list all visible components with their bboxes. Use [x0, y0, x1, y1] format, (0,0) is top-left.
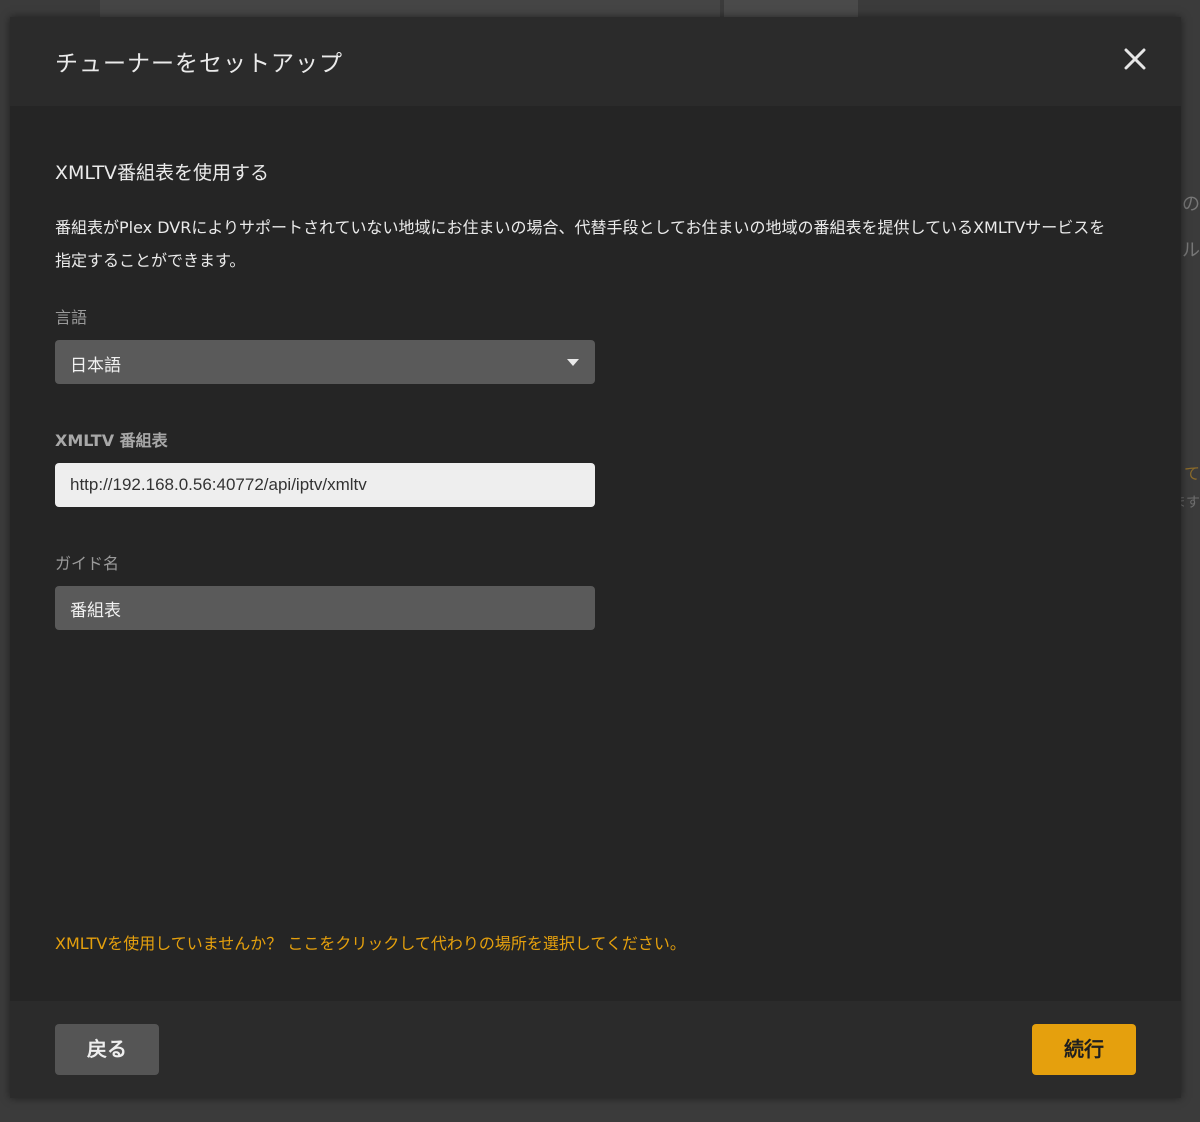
setup-tuner-dialog: チューナーをセットアップ XMLTV番組表を使用する 番組表がPlex DVRに…: [10, 17, 1181, 1098]
background-text: ル: [1182, 240, 1200, 261]
guide-name-input[interactable]: [55, 586, 595, 630]
language-label: 言語: [55, 308, 88, 327]
guide-name-label: ガイド名: [55, 554, 120, 573]
language-selected-value: 日本語: [70, 356, 121, 376]
section-title: XMLTV番組表を使用する: [55, 162, 269, 184]
section-description: 番組表がPlex DVRによりサポートされていない地域にお住まいの場合、代替手段…: [55, 218, 1106, 270]
xmltv-label: XMLTV 番組表: [55, 431, 168, 450]
language-select[interactable]: 日本語: [55, 340, 595, 384]
caret-down-icon: [567, 359, 579, 366]
close-button[interactable]: [1123, 47, 1147, 71]
continue-button[interactable]: 続行: [1032, 1024, 1136, 1075]
back-button[interactable]: 戻る: [55, 1024, 159, 1075]
dialog-header: チューナーをセットアップ: [10, 17, 1181, 106]
background-text: て: [1183, 464, 1200, 483]
xmltv-url-input[interactable]: [55, 463, 595, 507]
close-icon: [1124, 48, 1146, 70]
choose-alternate-source-link[interactable]: XMLTVを使用していませんか？ ここをクリックして代わりの場所を選択してくださ…: [55, 930, 686, 954]
dialog-title: チューナーをセットアップ: [55, 51, 343, 77]
background-text: の: [1182, 194, 1200, 215]
dialog-footer: 戻る 続行: [10, 1001, 1181, 1098]
